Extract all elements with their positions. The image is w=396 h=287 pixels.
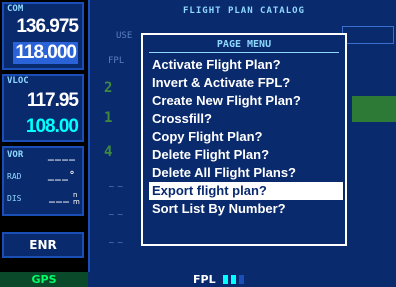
page-indicator-icon: [239, 275, 244, 284]
com-active-frequency: 136.975: [16, 16, 79, 37]
page-title: FLIGHT PLAN CATALOG: [183, 6, 305, 16]
rad-label: RAD: [7, 172, 22, 181]
vor-box: VOR ____ RAD ___° DIS ___ n m: [2, 146, 84, 216]
dis-value: ___: [48, 192, 70, 203]
menu-item-delete-flight-plan[interactable]: Delete Flight Plan?: [149, 146, 343, 164]
fpl-status-label: FPL: [193, 273, 216, 286]
dimmed-field-box: [342, 26, 394, 44]
menu-divider: [149, 52, 339, 53]
page-indicator-icon: [231, 275, 236, 284]
com-box[interactable]: COM 136.975 118.000: [2, 2, 84, 70]
page-indicator-icon: [223, 275, 228, 284]
menu-item-create-new-flight-plan[interactable]: Create New Flight Plan?: [149, 92, 343, 110]
com-standby-frequency[interactable]: 118.000: [13, 42, 78, 64]
page-menu: PAGE MENU Activate Flight Plan? Invert &…: [141, 33, 347, 246]
col-fpl-header: FPL: [108, 56, 125, 66]
col-use-header: USE: [116, 31, 133, 41]
menu-item-invert-activate-fpl[interactable]: Invert & Activate FPL?: [149, 74, 343, 92]
enr-mode-box: ENR: [2, 232, 84, 258]
row-number: 2: [104, 80, 113, 96]
radio-panel: COM 136.975 118.000 VLOC 117.95 108.00 V…: [0, 0, 88, 287]
vloc-label: VLOC: [7, 76, 29, 86]
menu-item-activate-flight-plan[interactable]: Activate Flight Plan?: [149, 56, 343, 74]
dimmed-text: ~~: [108, 210, 126, 219]
vor-value: ____: [47, 150, 76, 161]
menu-item-delete-all-flight-plans[interactable]: Delete All Flight Plans?: [149, 164, 343, 182]
row-number: 1: [104, 110, 113, 126]
dimmed-highlight: [352, 96, 396, 122]
vor-label: VOR: [7, 150, 24, 160]
dimmed-text: ~~: [108, 238, 126, 247]
gps-mode-indicator: GPS: [0, 272, 88, 287]
menu-title: PAGE MENU: [216, 39, 272, 50]
menu-item-copy-flight-plan[interactable]: Copy Flight Plan?: [149, 128, 343, 146]
menu-item-sort-list-by-number[interactable]: Sort List By Number?: [149, 200, 343, 218]
vloc-standby-frequency[interactable]: 108.00: [26, 116, 79, 138]
menu-item-export-flight-plan[interactable]: Export flight plan?: [149, 182, 343, 200]
dimmed-text: ~~: [108, 182, 126, 191]
com-label: COM: [7, 4, 24, 14]
menu-item-crossfill[interactable]: Crossfill?: [149, 110, 343, 128]
status-bar: FPL: [88, 272, 396, 287]
rad-value: ___°: [47, 170, 76, 181]
dis-label: DIS: [7, 194, 22, 203]
vloc-box[interactable]: VLOC 117.95 108.00: [2, 74, 84, 142]
dis-unit: n m: [73, 191, 80, 206]
row-number: 4: [104, 144, 113, 160]
vloc-active-frequency: 117.95: [26, 90, 79, 111]
